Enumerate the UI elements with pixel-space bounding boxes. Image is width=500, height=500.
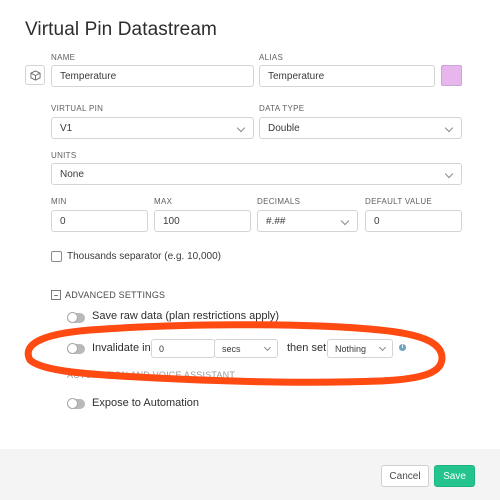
invalidate-value-input[interactable]: 0	[151, 339, 215, 358]
data-type-select[interactable]: Double	[259, 117, 462, 139]
then-set-select[interactable]: Nothing	[327, 339, 393, 358]
data-type-label: DATA TYPE	[259, 104, 305, 113]
save-raw-label: Save raw data (plan restrictions apply)	[92, 310, 280, 322]
units-select[interactable]: None	[51, 163, 462, 185]
thousands-separator-label: Thousands separator (e.g. 10,000)	[67, 251, 221, 262]
thousands-separator-checkbox[interactable]	[51, 251, 62, 262]
max-label: MAX	[154, 197, 173, 206]
save-button[interactable]: Save	[434, 465, 475, 487]
collapse-advanced-icon[interactable]	[51, 290, 61, 300]
cancel-button[interactable]: Cancel	[381, 465, 429, 487]
virtual-pin-label: VIRTUAL PIN	[51, 104, 104, 113]
max-input[interactable]: 100	[154, 210, 251, 232]
alias-label: ALIAS	[259, 53, 284, 62]
invalidate-label: Invalidate in	[92, 342, 151, 354]
min-label: MIN	[51, 197, 67, 206]
advanced-settings-heading: ADVANCED SETTINGS	[65, 290, 166, 300]
expose-automation-label: Expose to Automation	[92, 397, 200, 409]
min-input[interactable]: 0	[51, 210, 148, 232]
units-label: UNITS	[51, 151, 77, 160]
cube-icon[interactable]	[25, 65, 45, 85]
alias-color-swatch[interactable]	[441, 65, 462, 86]
dialog-title: Virtual Pin Datastream	[25, 19, 217, 40]
info-icon[interactable]: i	[399, 344, 406, 351]
expose-automation-toggle[interactable]	[67, 398, 85, 409]
decimals-label: DECIMALS	[257, 197, 301, 206]
invalidate-unit-select[interactable]: secs	[214, 339, 278, 358]
automation-heading: AUTOMATION AND VOICE ASSISTANT	[67, 370, 236, 380]
default-value-input[interactable]: 0	[365, 210, 462, 232]
alias-input[interactable]: Temperature	[259, 65, 435, 87]
save-raw-toggle[interactable]	[67, 312, 85, 323]
virtual-pin-select[interactable]: V1	[51, 117, 254, 139]
name-input[interactable]: Temperature	[51, 65, 254, 87]
invalidate-toggle[interactable]	[67, 343, 85, 354]
decimals-select[interactable]: #.##	[257, 210, 358, 232]
then-set-label: then set	[287, 342, 327, 354]
name-label: NAME	[51, 53, 76, 62]
default-value-label: DEFAULT VALUE	[365, 197, 433, 206]
